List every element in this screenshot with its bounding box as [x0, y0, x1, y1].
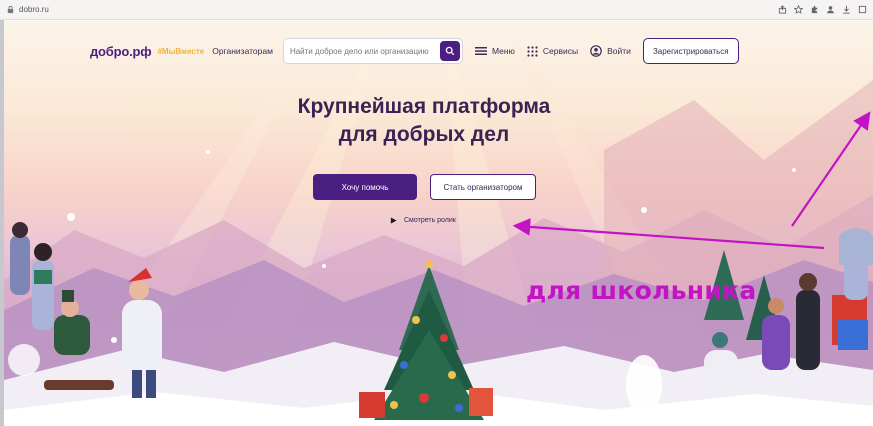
page-content: добро.рф #МыВместе Организаторам Меню	[4, 20, 873, 426]
annotation-label: для школьника	[526, 276, 757, 305]
annotation-arrow-to-top	[791, 111, 871, 227]
address-url[interactable]: dobro.ru	[19, 5, 49, 14]
extension-icon[interactable]	[810, 5, 819, 14]
window-icon[interactable]	[858, 5, 867, 14]
share-icon[interactable]	[778, 5, 787, 14]
download-icon[interactable]	[842, 5, 851, 14]
lock-icon	[7, 5, 14, 14]
browser-toolbar	[778, 5, 867, 14]
profile-icon[interactable]	[826, 5, 835, 14]
browser-address-bar: dobro.ru	[0, 0, 873, 20]
annotation-arrows	[512, 111, 871, 250]
star-icon[interactable]	[794, 5, 803, 14]
annotation-arrow-to-video	[512, 218, 825, 250]
